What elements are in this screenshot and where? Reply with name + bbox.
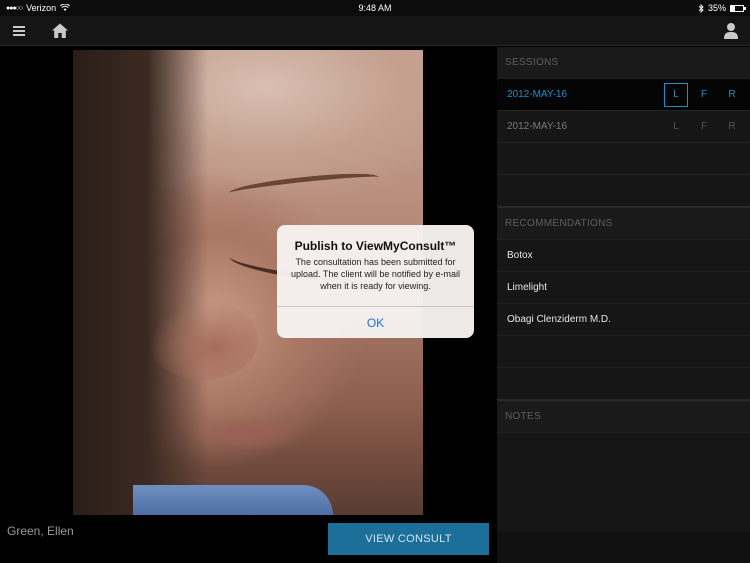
- alert-title: Publish to ViewMyConsult™: [294, 239, 457, 253]
- alert-ok-button[interactable]: OK: [277, 306, 474, 338]
- alert-message: The consultation has been submitted for …: [291, 257, 460, 291]
- alert-overlay: Publish to ViewMyConsult™ The consultati…: [0, 0, 750, 563]
- publish-alert-dialog: Publish to ViewMyConsult™ The consultati…: [277, 225, 474, 338]
